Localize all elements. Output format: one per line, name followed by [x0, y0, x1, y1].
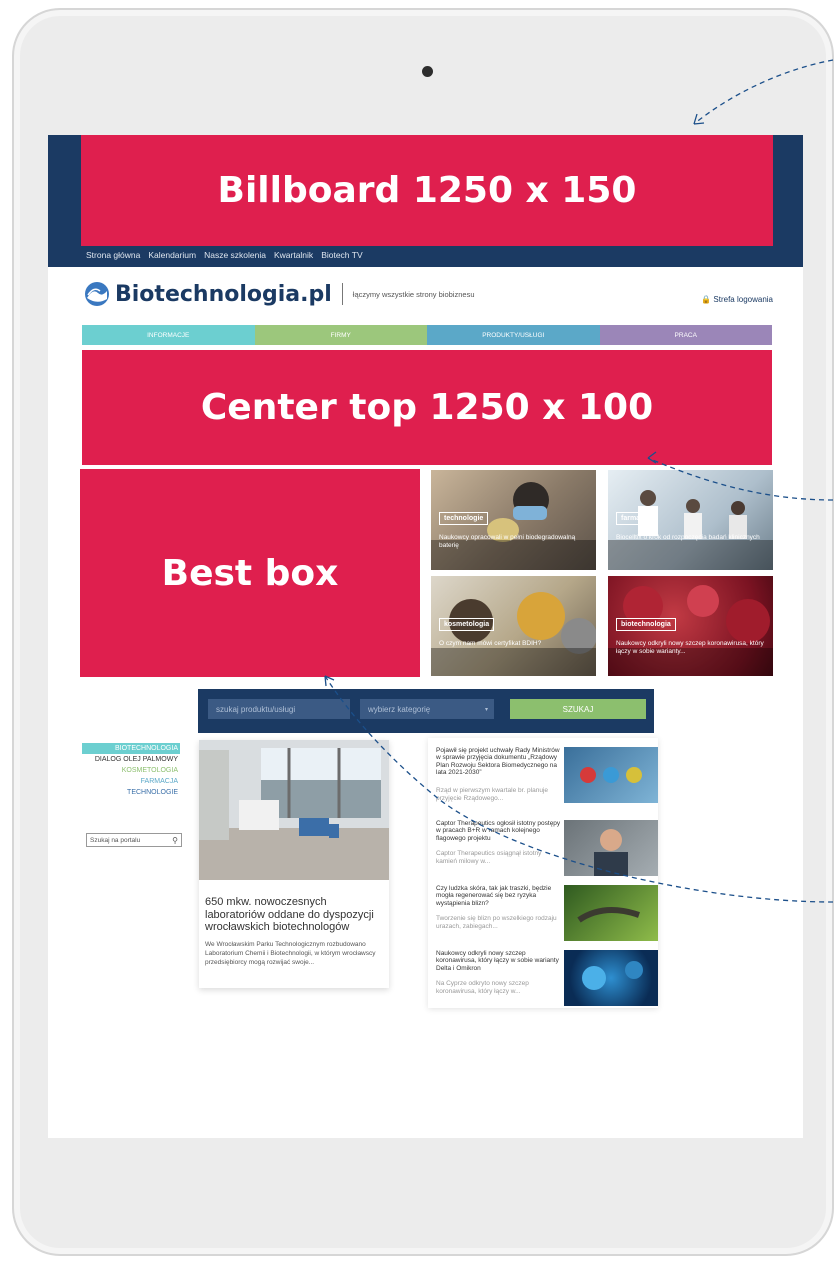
side-cat-technologie[interactable]: TECHNOLOGIE — [82, 787, 180, 798]
tile-title: O czym nam mówi certyfikat BDIH? — [439, 640, 542, 647]
news-title: Czy ludzka skóra, tak jak traszki, będzi… — [436, 885, 552, 907]
nav-calendar[interactable]: Kalendarium — [148, 250, 196, 260]
nav-quarterly[interactable]: Kwartalnik — [274, 250, 313, 260]
chevron-down-icon: ▾ — [484, 706, 488, 713]
news-title: Pojawił się projekt uchwały Rady Ministr… — [436, 747, 560, 777]
news-thumbnail — [564, 747, 658, 803]
main-article-excerpt: We Wrocławskim Parku Technologicznym roz… — [205, 941, 376, 967]
side-cat-farmacja[interactable]: FARMACJA — [82, 776, 180, 787]
nav-trainings[interactable]: Nasze szkolenia — [204, 250, 266, 260]
news-thumbnail — [564, 950, 658, 1006]
news-title: Captor Therapeutics ogłosił istotny post… — [436, 820, 561, 842]
search-button[interactable]: SZUKAJ — [510, 699, 646, 719]
logo-tagline: łączymy wszystkie strony biobiznesu — [352, 289, 475, 299]
top-nav: Strona główna Kalendarium Nasze szkoleni… — [86, 250, 363, 260]
news-item[interactable]: Captor Therapeutics ogłosił istotny post… — [432, 816, 658, 876]
category-nav: INFORMACJE FIRMY PRODUKTY/USŁUGI PRACA — [82, 325, 772, 345]
news-list: Pojawił się projekt uchwały Rady Ministr… — [428, 738, 658, 1008]
tile-title: Biocelltix o krok od rozpoczęcia badań k… — [616, 534, 760, 541]
login-link[interactable]: 🔒 Strefa logowania — [701, 295, 773, 304]
tab-praca[interactable]: PRACA — [599, 325, 772, 345]
lab-photo — [199, 740, 389, 880]
center-top-ad[interactable]: Center top 1250 x 100 — [82, 350, 772, 465]
featured-tile[interactable]: kosmetologia O czym nam mówi certyfikat … — [431, 576, 596, 676]
news-item[interactable]: Czy ludzka skóra, tak jak traszki, będzi… — [432, 881, 658, 941]
camera-icon — [422, 66, 433, 77]
featured-tile[interactable]: technologie Naukowcy opracowali w pełni … — [431, 470, 596, 570]
logo-name: Biotechnologia.pl — [115, 281, 332, 307]
side-cat-dialog[interactable]: DIALOG OLEJ PALMOWY — [82, 754, 180, 765]
product-search-input[interactable]: szukaj produktu/usługi — [208, 699, 350, 719]
login-label: Strefa logowania — [713, 295, 773, 304]
product-search-bar: szukaj produktu/usługi wybierz kategorię… — [198, 689, 654, 733]
news-item[interactable]: Pojawił się projekt uchwały Rady Ministr… — [432, 743, 658, 803]
featured-tile[interactable]: farmacja Biocelltix o krok od rozpoczęci… — [608, 470, 773, 570]
side-cat-kosmetologia[interactable]: KOSMETOLOGIA — [82, 765, 180, 776]
category-select[interactable]: wybierz kategorię ▾ — [360, 699, 494, 719]
tile-badge: farmacja — [616, 512, 655, 525]
nav-biotech-tv[interactable]: Biotech TV — [321, 250, 362, 260]
news-excerpt: Captor Therapeutics osiągnął istotny kam… — [436, 850, 542, 866]
news-excerpt: Tworzenie się blizn po wszelkiego rodzaj… — [436, 915, 557, 931]
tile-title: Naukowcy odkryli nowy szczep koronawirus… — [616, 640, 764, 655]
logo-divider — [341, 283, 343, 305]
news-thumbnail — [564, 820, 658, 876]
logo-icon — [85, 282, 109, 306]
news-excerpt: Rząd w pierwszym kwartale br. planuje pr… — [436, 787, 548, 803]
category-select-label: wybierz kategorię — [368, 704, 431, 714]
news-title: Naukowcy odkryli nowy szczep koronawirus… — [436, 950, 559, 972]
tile-badge: technologie — [439, 512, 489, 525]
tab-produkty[interactable]: PRODUKTY/USŁUGI — [427, 325, 600, 345]
tab-firmy[interactable]: FIRMY — [254, 325, 427, 345]
tile-title: Naukowcy opracowali w pełni biodegradowa… — [439, 534, 576, 549]
featured-tile[interactable]: biotechnologia Naukowcy odkryli nowy szc… — [608, 576, 773, 676]
lock-icon: 🔒 — [701, 295, 712, 304]
side-category-list: BIOTECHNOLOGIA DIALOG OLEJ PALMOWY KOSME… — [82, 743, 180, 798]
site-logo[interactable]: Biotechnologia.pl łączymy wszystkie stro… — [84, 281, 475, 307]
main-article-card[interactable]: 650 mkw. nowoczesnych laboratoriów oddan… — [199, 740, 389, 988]
tile-badge: kosmetologia — [439, 618, 495, 631]
news-excerpt: Na Cyprze odkryto nowy szczep koronawiru… — [436, 980, 529, 996]
portal-search-placeholder: Szukaj na portalu — [90, 836, 141, 844]
main-article-photo — [199, 740, 389, 880]
news-item[interactable]: Naukowcy odkryli nowy szczep koronawirus… — [432, 946, 658, 1006]
main-article-title: 650 mkw. nowoczesnych laboratoriów oddan… — [205, 896, 374, 934]
nav-home[interactable]: Strona główna — [86, 250, 140, 260]
news-thumbnail — [564, 885, 658, 941]
portal-search-input[interactable]: Szukaj na portalu ⚲ — [86, 833, 182, 847]
browser-screen: Billboard 1250 x 150 Strona główna Kalen… — [48, 135, 803, 1138]
tile-badge: biotechnologia — [616, 618, 676, 631]
best-box-ad[interactable]: Best box — [80, 469, 420, 677]
side-cat-biotechnologia[interactable]: BIOTECHNOLOGIA — [82, 743, 180, 754]
billboard-ad[interactable]: Billboard 1250 x 150 — [81, 135, 773, 246]
search-icon[interactable]: ⚲ — [172, 836, 181, 845]
tab-informacje[interactable]: INFORMACJE — [82, 325, 255, 345]
